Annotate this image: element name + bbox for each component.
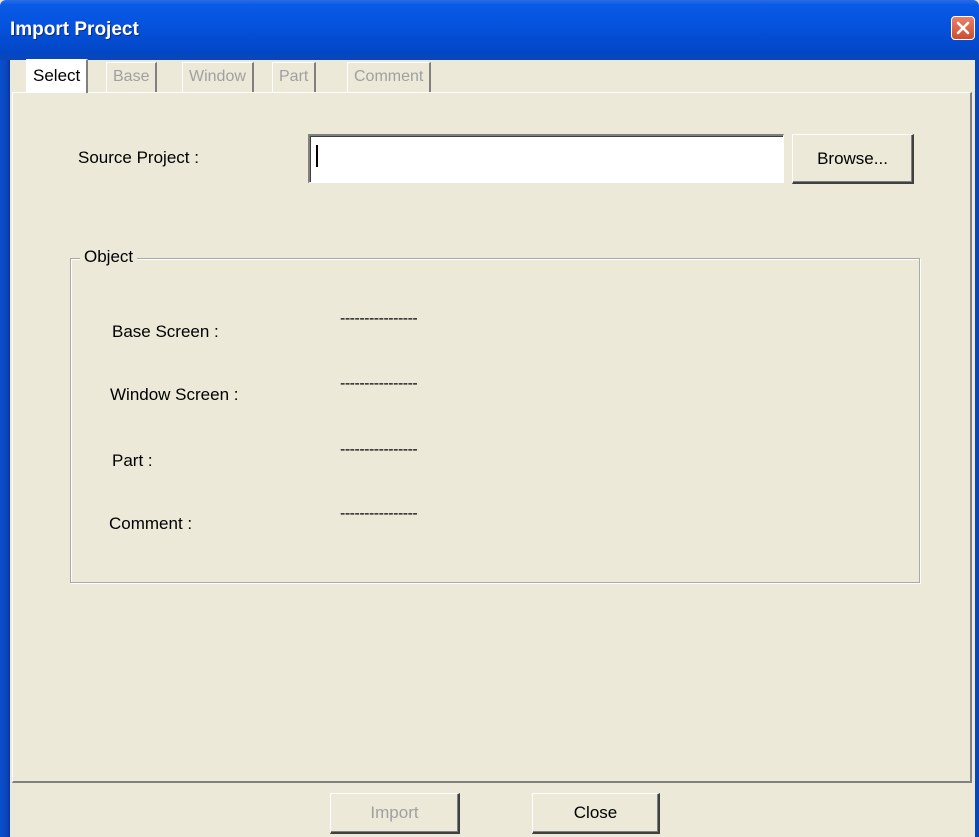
part-label: Part : <box>112 451 153 470</box>
window-screen-value: ---------------- <box>340 375 418 392</box>
title-bar[interactable]: Import Project <box>0 0 979 60</box>
import-button[interactable]: Import <box>330 793 460 834</box>
tab-base[interactable]: Base <box>106 62 158 92</box>
tab-part[interactable]: Part <box>272 62 317 92</box>
object-group-box <box>70 258 920 583</box>
source-project-input[interactable] <box>308 134 784 183</box>
base-screen-label: Base Screen : <box>112 322 219 341</box>
import-project-dialog: Import Project Select Base Window Part C… <box>0 0 979 837</box>
close-button[interactable]: Close <box>532 793 660 834</box>
window-frame-right <box>975 60 979 837</box>
base-screen-value: ---------------- <box>340 310 418 327</box>
tab-comment[interactable]: Comment <box>347 62 432 92</box>
window-close-button[interactable] <box>951 16 975 40</box>
object-group-legend: Object <box>80 247 138 267</box>
browse-button[interactable]: Browse... <box>792 134 914 184</box>
window-screen-label: Window Screen : <box>110 385 239 404</box>
close-icon <box>956 21 970 35</box>
comment-label: Comment : <box>109 514 193 533</box>
comment-value: ---------------- <box>340 505 418 522</box>
part-value: ---------------- <box>340 441 418 458</box>
window-frame-left <box>0 60 10 837</box>
source-project-label: Source Project : <box>78 148 199 167</box>
tab-select[interactable]: Select <box>26 59 89 93</box>
text-caret <box>316 145 318 167</box>
tab-window[interactable]: Window <box>182 62 254 92</box>
window-title: Import Project <box>10 19 139 40</box>
